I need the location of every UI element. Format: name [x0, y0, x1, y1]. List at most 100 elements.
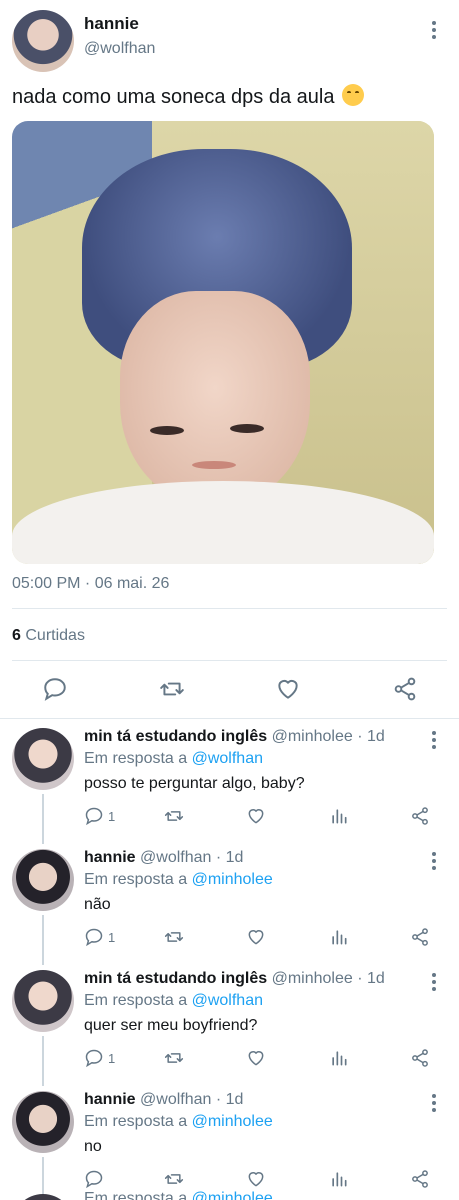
- like-icon[interactable]: [246, 927, 266, 947]
- retweet-icon[interactable]: [164, 1048, 184, 1068]
- reply-tweet[interactable]: min tá estudando inglês @minholee · 1d E…: [0, 962, 459, 1086]
- analytics-icon[interactable]: [329, 1048, 349, 1068]
- likes-label: Curtidas: [25, 627, 85, 644]
- avatar[interactable]: [12, 728, 74, 790]
- in-reply-prefix: Em resposta a: [84, 1113, 188, 1130]
- handle[interactable]: @minholee: [272, 970, 353, 987]
- in-reply-link[interactable]: @minholee: [192, 1113, 273, 1130]
- in-reply-link[interactable]: @wolfhan: [192, 750, 263, 767]
- in-reply-link[interactable]: @minholee: [192, 871, 273, 888]
- reply-icon[interactable]: [42, 676, 68, 702]
- reply-count: 1: [108, 809, 116, 824]
- in-reply-to: Em resposta a @wolfhan: [84, 750, 263, 768]
- like-icon[interactable]: [246, 1169, 266, 1189]
- avatar[interactable]: [12, 1091, 74, 1153]
- analytics-icon[interactable]: [329, 806, 349, 826]
- reply-text: posso te perguntar algo, baby?: [84, 775, 305, 792]
- reply-text: não: [84, 896, 111, 913]
- analytics-icon[interactable]: [329, 1169, 349, 1189]
- retweet-icon[interactable]: [164, 806, 184, 826]
- in-reply-to: Em resposta a @wolfhan: [84, 992, 263, 1010]
- reply-icon[interactable]: [84, 1169, 104, 1189]
- handle[interactable]: @wolfhan: [84, 40, 155, 58]
- kissing-smiling-eyes-emoji-icon: [342, 84, 365, 106]
- thread-line: [42, 1036, 44, 1086]
- thread-line: [42, 915, 44, 965]
- reply-header: hannie @wolfhan · 1d: [84, 1091, 243, 1109]
- reply-actions: 1: [84, 1048, 444, 1072]
- reply-actions: 1: [84, 927, 444, 951]
- in-reply-prefix: Em resposta a: [84, 750, 188, 767]
- reply-age: · 1d: [357, 728, 385, 745]
- photo-face: [120, 291, 310, 506]
- photo-eye-right: [230, 424, 264, 433]
- reply-tweet[interactable]: min tá estudando inglês @minholee · 1d E…: [0, 720, 459, 844]
- tweet-photo[interactable]: [12, 121, 434, 564]
- reply-header: min tá estudando inglês @minholee · 1d: [84, 970, 385, 988]
- more-options-icon[interactable]: [424, 851, 444, 871]
- display-name[interactable]: min tá estudando inglês: [84, 728, 267, 745]
- in-reply-link[interactable]: @wolfhan: [192, 992, 263, 1009]
- display-name[interactable]: hannie: [84, 14, 139, 34]
- tweet-timestamp: 05:00 PM · 06 mai. 26: [12, 575, 170, 592]
- display-name[interactable]: min tá estudando inglês: [84, 970, 267, 987]
- more-options-icon[interactable]: [424, 1093, 444, 1113]
- display-name[interactable]: hannie: [84, 1091, 136, 1108]
- tweet-text-content: nada como uma soneca dps da aula: [12, 86, 335, 108]
- in-reply-prefix: Em resposta a: [84, 1190, 188, 1200]
- reply-icon[interactable]: [84, 806, 104, 826]
- retweet-icon[interactable]: [159, 676, 185, 702]
- in-reply-to: Em resposta a @minholee: [84, 1190, 273, 1200]
- share-icon[interactable]: [392, 676, 418, 702]
- in-reply-link[interactable]: @minholee: [192, 1190, 273, 1200]
- like-icon[interactable]: [275, 676, 301, 702]
- in-reply-to: Em resposta a @minholee: [84, 1113, 273, 1131]
- divider: [12, 660, 447, 661]
- more-options-icon[interactable]: [424, 972, 444, 992]
- photo-eye-left: [150, 426, 184, 435]
- divider: [0, 718, 459, 719]
- likes-stat[interactable]: 6 Curtidas: [12, 627, 85, 645]
- divider: [12, 608, 447, 609]
- likes-count: 6: [12, 627, 21, 644]
- avatar[interactable]: [12, 10, 74, 72]
- photo-mouth: [192, 461, 236, 469]
- reply-icon[interactable]: [84, 927, 104, 947]
- reply-count: 1: [108, 1051, 116, 1066]
- reply-actions: 1: [84, 806, 444, 830]
- reply-icon[interactable]: [84, 1048, 104, 1068]
- in-reply-prefix: Em resposta a: [84, 871, 188, 888]
- like-icon[interactable]: [246, 806, 266, 826]
- tweet-actions: [0, 676, 459, 706]
- reply-tweet[interactable]: hannie @wolfhan · 1d Em resposta a @minh…: [0, 841, 459, 965]
- handle[interactable]: @wolfhan: [140, 1091, 211, 1108]
- avatar[interactable]: [12, 849, 74, 911]
- in-reply-to: Em resposta a @minholee: [84, 871, 273, 889]
- reply-tweet[interactable]: hannie @wolfhan · 1d Em resposta a @minh…: [0, 1083, 459, 1200]
- in-reply-prefix: Em resposta a: [84, 992, 188, 1009]
- avatar[interactable]: [12, 970, 74, 1032]
- tweet-text: nada como uma soneca dps da aula: [12, 84, 365, 109]
- share-icon[interactable]: [410, 1169, 430, 1189]
- reply-text: quer ser meu boyfriend?: [84, 1017, 258, 1034]
- share-icon[interactable]: [410, 1048, 430, 1068]
- display-name[interactable]: hannie: [84, 849, 136, 866]
- reply-header: hannie @wolfhan · 1d: [84, 849, 243, 867]
- reply-age: · 1d: [357, 970, 385, 987]
- share-icon[interactable]: [410, 806, 430, 826]
- reply-age: · 1d: [215, 1091, 244, 1108]
- reply-text: no: [84, 1138, 102, 1155]
- retweet-icon[interactable]: [164, 927, 184, 947]
- handle[interactable]: @wolfhan: [140, 849, 211, 866]
- like-icon[interactable]: [246, 1048, 266, 1068]
- more-options-icon[interactable]: [424, 20, 444, 40]
- reply-header: min tá estudando inglês @minholee · 1d: [84, 728, 385, 746]
- reply-count: 1: [108, 930, 116, 945]
- retweet-icon[interactable]: [164, 1169, 184, 1189]
- handle[interactable]: @minholee: [272, 728, 353, 745]
- reply-age: · 1d: [215, 849, 244, 866]
- thread-line: [42, 794, 44, 844]
- share-icon[interactable]: [410, 927, 430, 947]
- analytics-icon[interactable]: [329, 927, 349, 947]
- more-options-icon[interactable]: [424, 730, 444, 750]
